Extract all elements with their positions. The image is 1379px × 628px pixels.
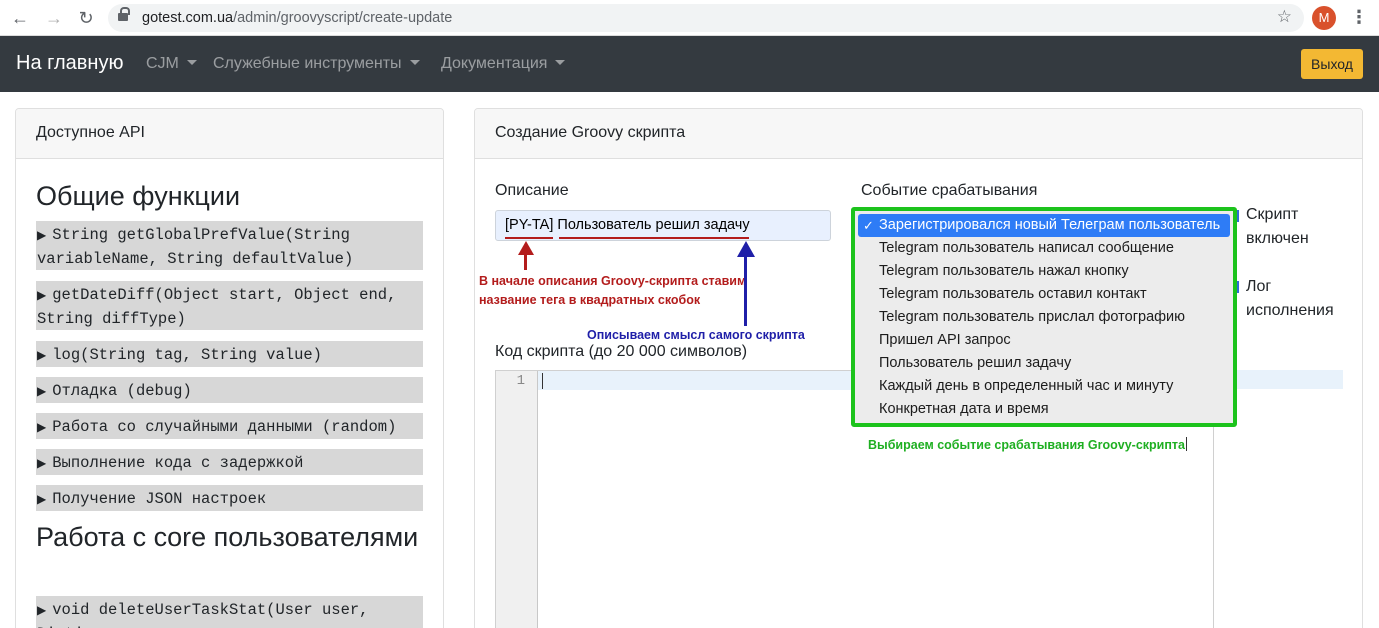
event-option[interactable]: Конкретная дата и время: [858, 398, 1230, 421]
browser-menu-icon[interactable]: ⋮: [1350, 6, 1368, 30]
nav-tools-dropdown[interactable]: Служебные инструменты: [213, 55, 420, 73]
expand-triangle-icon: ▶: [37, 456, 47, 470]
expand-triangle-icon: ▶: [37, 348, 47, 362]
event-select-dropdown[interactable]: ✓ Зарегистрировался новый Телеграм пользо…: [851, 207, 1237, 427]
browser-toolbar: ← → ↻ gotest.com.ua/admin/groovyscript/c…: [0, 0, 1379, 36]
event-option-label: Telegram пользователь оставил контакт: [879, 286, 1147, 302]
logout-button[interactable]: Выход: [1301, 49, 1363, 79]
api-item[interactable]: ▶ Отладка (debug): [36, 377, 423, 403]
forward-arrow-icon[interactable]: →: [42, 6, 66, 30]
lock-icon: [118, 7, 130, 24]
api-card: Доступное API Общие функции ▶ String getG…: [15, 108, 444, 628]
nav-home-link[interactable]: На главную: [16, 52, 123, 75]
tag-underline: [505, 237, 553, 239]
event-option-label: Пользователь решил задачу: [879, 355, 1072, 371]
api-item[interactable]: ▶ Получение JSON настроек: [36, 485, 423, 511]
expand-triangle-icon: ▶: [37, 288, 47, 302]
expand-triangle-icon: ▶: [37, 384, 47, 398]
top-navbar: На главную CJM Служебные инструменты Док…: [0, 36, 1379, 92]
event-option[interactable]: Telegram пользователь прислал фотографию: [858, 306, 1230, 329]
event-option[interactable]: ✓ Зарегистрировался новый Телеграм пользо…: [858, 214, 1230, 237]
api-item[interactable]: ▶ String getGlobalPrefValue(String variab…: [36, 221, 423, 270]
event-option-label: Telegram пользователь написал сообщение: [879, 240, 1174, 256]
caret-down-icon: [409, 60, 420, 65]
event-option[interactable]: Пришел API запрос: [858, 329, 1230, 352]
event-option-label: Пришел API запрос: [879, 332, 1011, 348]
section-title-core-users: Работа с core пользователями: [36, 522, 419, 552]
api-item[interactable]: ▶ getDateDiff(Object start, Object end, S…: [36, 281, 423, 330]
reload-icon[interactable]: ↻: [74, 6, 98, 30]
arrow-up-icon: [518, 241, 534, 255]
bookmark-star-icon[interactable]: ☆: [1277, 7, 1292, 27]
api-item[interactable]: ▶void deleteUserTaskStat(User user, Dict…: [36, 596, 423, 628]
event-option[interactable]: Каждый день в определенный час и минуту: [858, 375, 1230, 398]
text-underline: [559, 237, 749, 239]
code-label: Код скрипта (до 20 000 символов): [495, 343, 748, 360]
description-tag-text: [PY-TA]: [505, 217, 554, 233]
expand-triangle-icon: ▶: [37, 603, 47, 617]
event-option[interactable]: Telegram пользователь оставил контакт: [858, 283, 1230, 306]
caret-down-icon: [186, 60, 197, 65]
editor-gutter: 1: [496, 371, 538, 628]
description-label: Описание: [495, 182, 569, 199]
api-item[interactable]: ▶ log(String tag, String value): [36, 341, 423, 367]
event-option[interactable]: Telegram пользователь нажал кнопку: [858, 260, 1230, 283]
api-item[interactable]: ▶ Работа со случайными данными (random): [36, 413, 423, 439]
annotation-tag-note: В начале описания Groovy-скрипта ставим …: [479, 274, 747, 307]
profile-avatar[interactable]: M: [1312, 6, 1336, 30]
active-line-highlight: [1237, 370, 1343, 389]
caret-down-icon: [555, 60, 566, 65]
event-option-label: Telegram пользователь нажал кнопку: [879, 263, 1129, 279]
event-option-label: Telegram пользователь прислал фотографию: [879, 309, 1186, 325]
arrow-shaft: [524, 254, 527, 270]
back-arrow-icon[interactable]: ←: [8, 6, 32, 30]
event-label: Событие срабатывания: [861, 182, 1038, 199]
event-option-label: Конкретная дата и время: [879, 401, 1049, 417]
script-form-header: Создание Groovy скрипта: [475, 109, 1362, 159]
event-options-list: ✓ Зарегистрировался новый Телеграм пользо…: [855, 214, 1233, 421]
annotation-event-note: Выбираем событие срабатывания Groovy-скр…: [868, 437, 1187, 452]
text-cursor: [542, 373, 543, 389]
section-title-general: Общие функции: [36, 181, 241, 211]
expand-triangle-icon: ▶: [37, 228, 47, 242]
api-card-header: Доступное API: [16, 109, 443, 159]
line-number: 1: [516, 373, 525, 389]
checkmark-icon: ✓: [863, 218, 874, 233]
script-enabled-label: Скрипт включен: [1246, 206, 1309, 247]
arrow-up-icon: [737, 241, 755, 257]
address-bar[interactable]: gotest.com.ua/admin/groovyscript/create-…: [108, 4, 1304, 32]
arrow-shaft: [744, 256, 747, 326]
event-option-label: Зарегистрировался новый Телеграм пользов…: [879, 217, 1221, 233]
api-item[interactable]: ▶ Выполнение кода с задержкой: [36, 449, 423, 475]
execution-log-label: Лог исполнения: [1246, 278, 1334, 319]
event-option[interactable]: Пользователь решил задачу: [858, 352, 1230, 375]
event-option-label: Каждый день в определенный час и минуту: [879, 378, 1174, 394]
event-option[interactable]: Telegram пользователь написал сообщение: [858, 237, 1230, 260]
url-text: gotest.com.ua/admin/groovyscript/create-…: [142, 10, 453, 26]
page: ← → ↻ gotest.com.ua/admin/groovyscript/c…: [0, 0, 1379, 628]
annotation-meaning-note: Описываем смысл самого скрипта: [587, 328, 805, 342]
nav-docs-dropdown[interactable]: Документация: [441, 55, 566, 73]
nav-cjm-dropdown[interactable]: CJM: [146, 55, 197, 73]
description-main-text: Пользователь решил задачу: [557, 217, 750, 233]
expand-triangle-icon: ▶: [37, 420, 47, 434]
expand-triangle-icon: ▶: [37, 492, 47, 506]
